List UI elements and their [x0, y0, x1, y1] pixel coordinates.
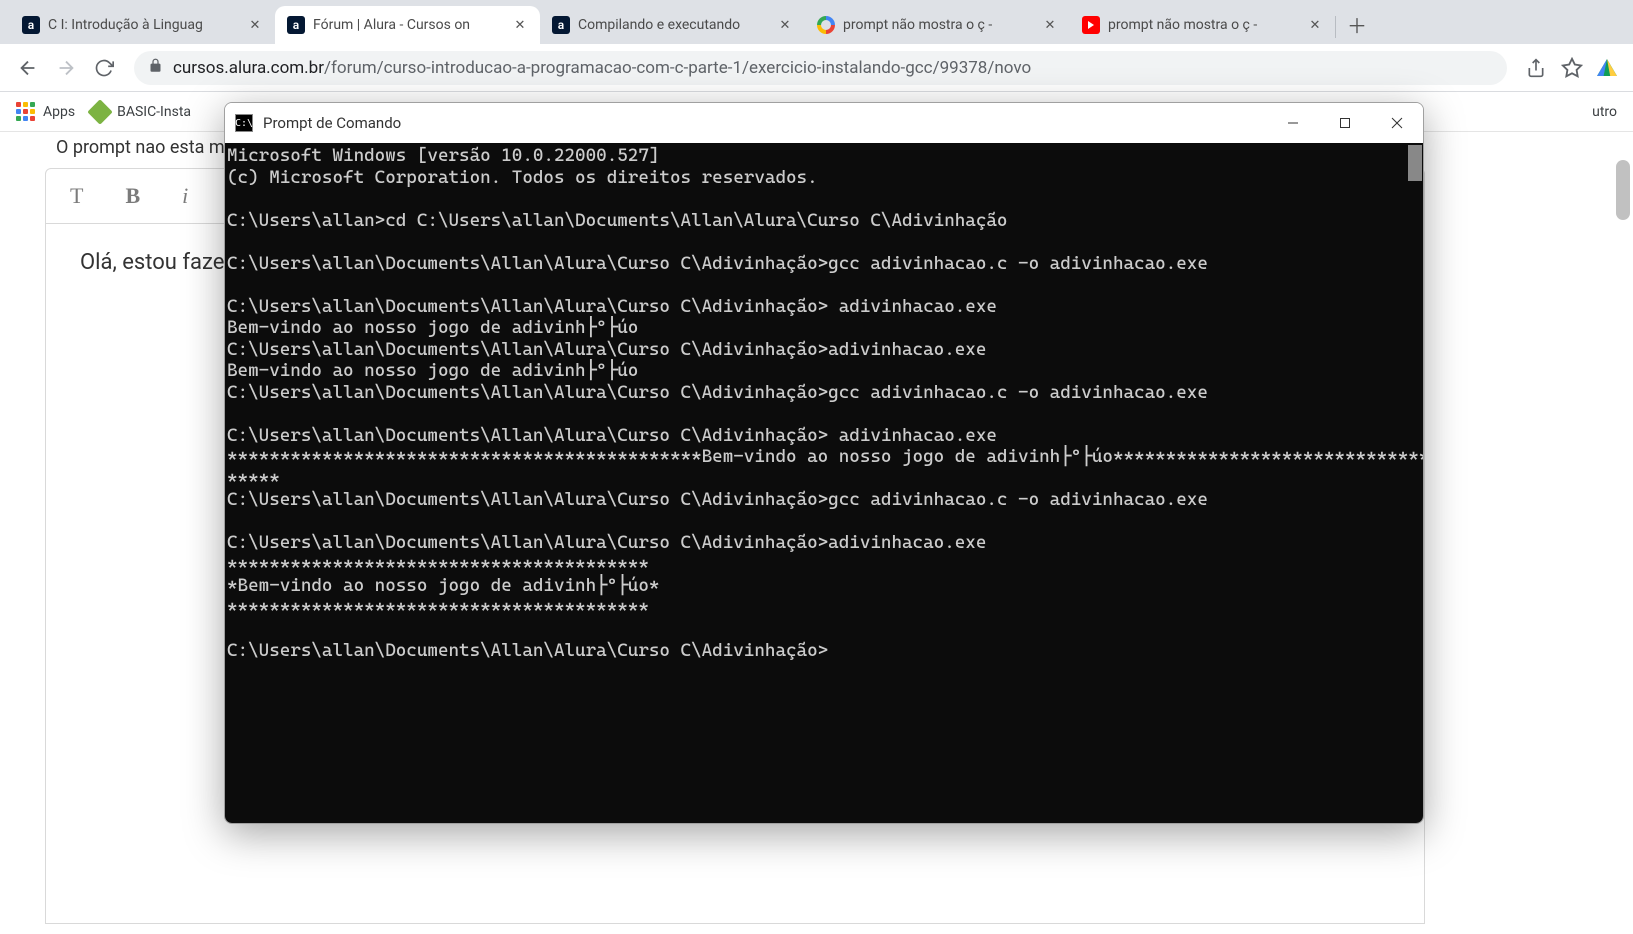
- diamond-icon: [87, 99, 112, 124]
- tab-title: Compilando e executando: [578, 17, 769, 33]
- apps-grid-icon: [16, 102, 35, 121]
- cmd-app-icon: C:\: [235, 114, 253, 132]
- minimize-button[interactable]: [1267, 103, 1319, 143]
- google-favicon-icon: [817, 16, 835, 34]
- apps-label: Apps: [43, 104, 75, 120]
- address-bar[interactable]: cursos.alura.com.br/forum/curso-introduc…: [134, 51, 1507, 85]
- close-icon: [1391, 117, 1403, 129]
- bookmark-star-button[interactable]: [1559, 55, 1585, 81]
- format-bold-button[interactable]: B: [125, 183, 140, 209]
- browser-toolbar: cursos.alura.com.br/forum/curso-introduc…: [0, 44, 1633, 92]
- bookmark-basic-install[interactable]: BASIC-Insta: [91, 103, 191, 121]
- forward-button[interactable]: [48, 50, 84, 86]
- format-italic-button[interactable]: i: [182, 183, 188, 209]
- tab-title: Fórum | Alura - Cursos on: [313, 17, 504, 33]
- maximize-button[interactable]: [1319, 103, 1371, 143]
- arrow-right-icon: [55, 57, 77, 79]
- alura-favicon-icon: a: [552, 16, 570, 34]
- cmd-terminal-output[interactable]: Microsoft Windows [versão 10.0.22000.527…: [225, 143, 1423, 823]
- page-scrollbar-thumb[interactable]: [1616, 160, 1630, 220]
- alura-favicon-icon: a: [22, 16, 40, 34]
- new-tab-button[interactable]: ＋: [1342, 10, 1372, 40]
- browser-tab-bar: a C I: Introdução à Linguag ✕ a Fórum | …: [0, 0, 1633, 44]
- alura-favicon-icon: a: [287, 16, 305, 34]
- close-tab-icon[interactable]: ✕: [1042, 17, 1058, 33]
- share-button[interactable]: [1523, 55, 1549, 81]
- close-tab-icon[interactable]: ✕: [777, 17, 793, 33]
- editor-text: Olá, estou faze: [80, 250, 224, 275]
- reload-icon: [94, 58, 114, 78]
- tab-separator: [1335, 16, 1336, 38]
- cmd-window-title: Prompt de Comando: [263, 114, 1267, 132]
- browser-tab[interactable]: a Compilando e executando ✕: [540, 6, 805, 44]
- cmd-scrollbar-thumb[interactable]: [1408, 145, 1422, 181]
- minimize-icon: [1287, 117, 1299, 129]
- arrow-left-icon: [17, 57, 39, 79]
- browser-tab[interactable]: prompt não mostra o ç - ✕: [805, 6, 1070, 44]
- back-button[interactable]: [10, 50, 46, 86]
- url-text: cursos.alura.com.br/forum/curso-introduc…: [173, 58, 1493, 78]
- maximize-icon: [1339, 117, 1351, 129]
- tab-title: prompt não mostra o ç -: [1108, 17, 1299, 33]
- tab-title: C I: Introdução à Linguag: [48, 17, 239, 33]
- window-controls: [1267, 103, 1423, 143]
- browser-tab[interactable]: a C I: Introdução à Linguag ✕: [10, 6, 275, 44]
- close-tab-icon[interactable]: ✕: [512, 17, 528, 33]
- other-bookmarks-label[interactable]: utro: [1592, 104, 1617, 120]
- command-prompt-window: C:\ Prompt de Comando Microsoft Windows …: [224, 102, 1424, 824]
- star-icon: [1561, 57, 1583, 79]
- apps-bookmark[interactable]: Apps: [16, 102, 75, 121]
- close-tab-icon[interactable]: ✕: [247, 17, 263, 33]
- browser-tab-active[interactable]: a Fórum | Alura - Cursos on ✕: [275, 6, 540, 44]
- lock-icon: [148, 58, 163, 77]
- cmd-titlebar[interactable]: C:\ Prompt de Comando: [225, 103, 1423, 143]
- share-icon: [1526, 58, 1546, 78]
- page-partial-title: O prompt nao esta m: [56, 132, 225, 162]
- close-tab-icon[interactable]: ✕: [1307, 17, 1323, 33]
- bookmark-label: BASIC-Insta: [117, 104, 191, 120]
- browser-tab[interactable]: prompt não mostra o ç - ✕: [1070, 6, 1335, 44]
- youtube-favicon-icon: [1082, 16, 1100, 34]
- google-drive-icon[interactable]: [1597, 59, 1617, 76]
- reload-button[interactable]: [86, 50, 122, 86]
- close-window-button[interactable]: [1371, 103, 1423, 143]
- format-text-button[interactable]: T: [70, 183, 83, 209]
- tab-title: prompt não mostra o ç -: [843, 17, 1034, 33]
